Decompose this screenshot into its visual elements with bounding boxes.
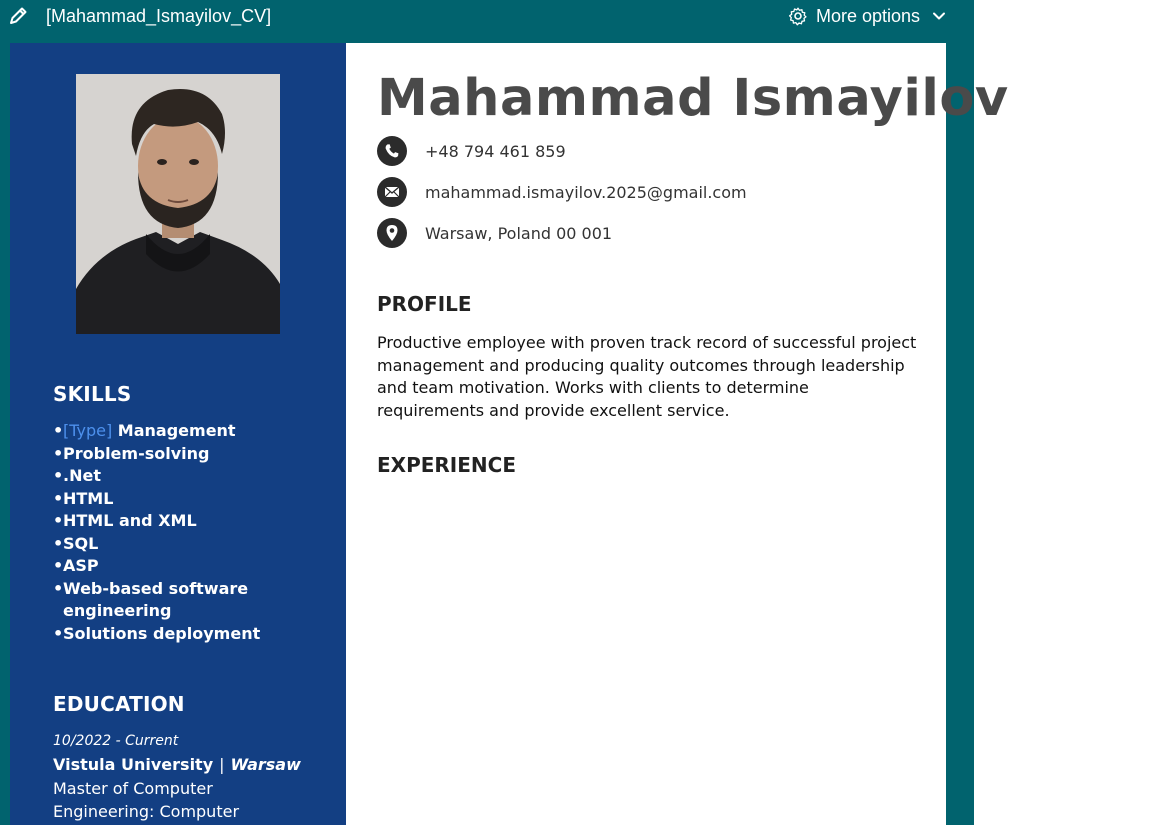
location-icon: [377, 218, 407, 248]
phone-text: +48 794 461 859: [425, 141, 566, 161]
skill-item[interactable]: Solutions deployment: [53, 623, 293, 646]
resume-sidebar: SKILLS [Type] Management Problem-solving…: [10, 43, 346, 825]
document-title[interactable]: [Mahammad_Ismayilov_CV]: [46, 5, 271, 27]
chevron-down-icon: [933, 12, 946, 20]
resume-page: Mahammad Ismayilov +48 794 461 859 maham…: [346, 43, 1008, 825]
skills-list: [Type] Management Problem-solving .Net H…: [53, 420, 293, 645]
top-bar: [Mahammad_Ismayilov_CV] More options: [0, 0, 974, 33]
education-city: Warsaw: [230, 755, 301, 774]
profile-heading: PROFILE: [377, 292, 472, 316]
address-text: Warsaw, Poland 00 001: [425, 223, 613, 243]
profile-photo: [76, 74, 280, 334]
skill-item[interactable]: HTML: [53, 488, 293, 511]
more-options-button[interactable]: More options: [788, 4, 946, 28]
email-text: mahammad.ismayilov.2025@gmail.com: [425, 182, 747, 202]
skill-item[interactable]: ASP: [53, 555, 293, 578]
education-school-line: Vistula University | Warsaw: [53, 755, 301, 774]
profile-text[interactable]: Productive employee with proven track re…: [377, 332, 917, 422]
editor-frame: [Mahammad_Ismayilov_CV] More options SKI…: [0, 0, 1008, 825]
skills-heading: SKILLS: [53, 382, 132, 406]
resume-name[interactable]: Mahammad Ismayilov: [377, 69, 1009, 128]
contact-email: mahammad.ismayilov.2025@gmail.com: [377, 177, 747, 207]
more-options-label: More options: [816, 5, 921, 26]
skill-label: Management: [112, 421, 236, 440]
phone-icon: [377, 136, 407, 166]
skill-item[interactable]: HTML and XML: [53, 510, 293, 533]
contact-phone: +48 794 461 859: [377, 136, 566, 166]
pencil-icon[interactable]: [8, 6, 30, 26]
education-school: Vistula University: [53, 755, 214, 774]
gear-icon: [788, 7, 807, 26]
education-separator: |: [219, 755, 225, 774]
skill-item[interactable]: [Type] Management: [53, 420, 293, 443]
contact-address: Warsaw, Poland 00 001: [377, 218, 612, 248]
skill-type-placeholder[interactable]: [Type]: [63, 421, 112, 440]
skill-item[interactable]: SQL: [53, 533, 293, 556]
education-heading: EDUCATION: [53, 692, 185, 716]
skill-item[interactable]: Problem-solving: [53, 443, 293, 466]
skill-item[interactable]: .Net: [53, 465, 293, 488]
email-icon: [377, 177, 407, 207]
education-dates: 10/2022 - Current: [53, 733, 179, 749]
experience-heading: EXPERIENCE: [377, 453, 516, 477]
skill-item[interactable]: Web-based software engineering: [53, 578, 293, 623]
education-degree: Master of Computer Engineering: Computer: [53, 779, 240, 821]
